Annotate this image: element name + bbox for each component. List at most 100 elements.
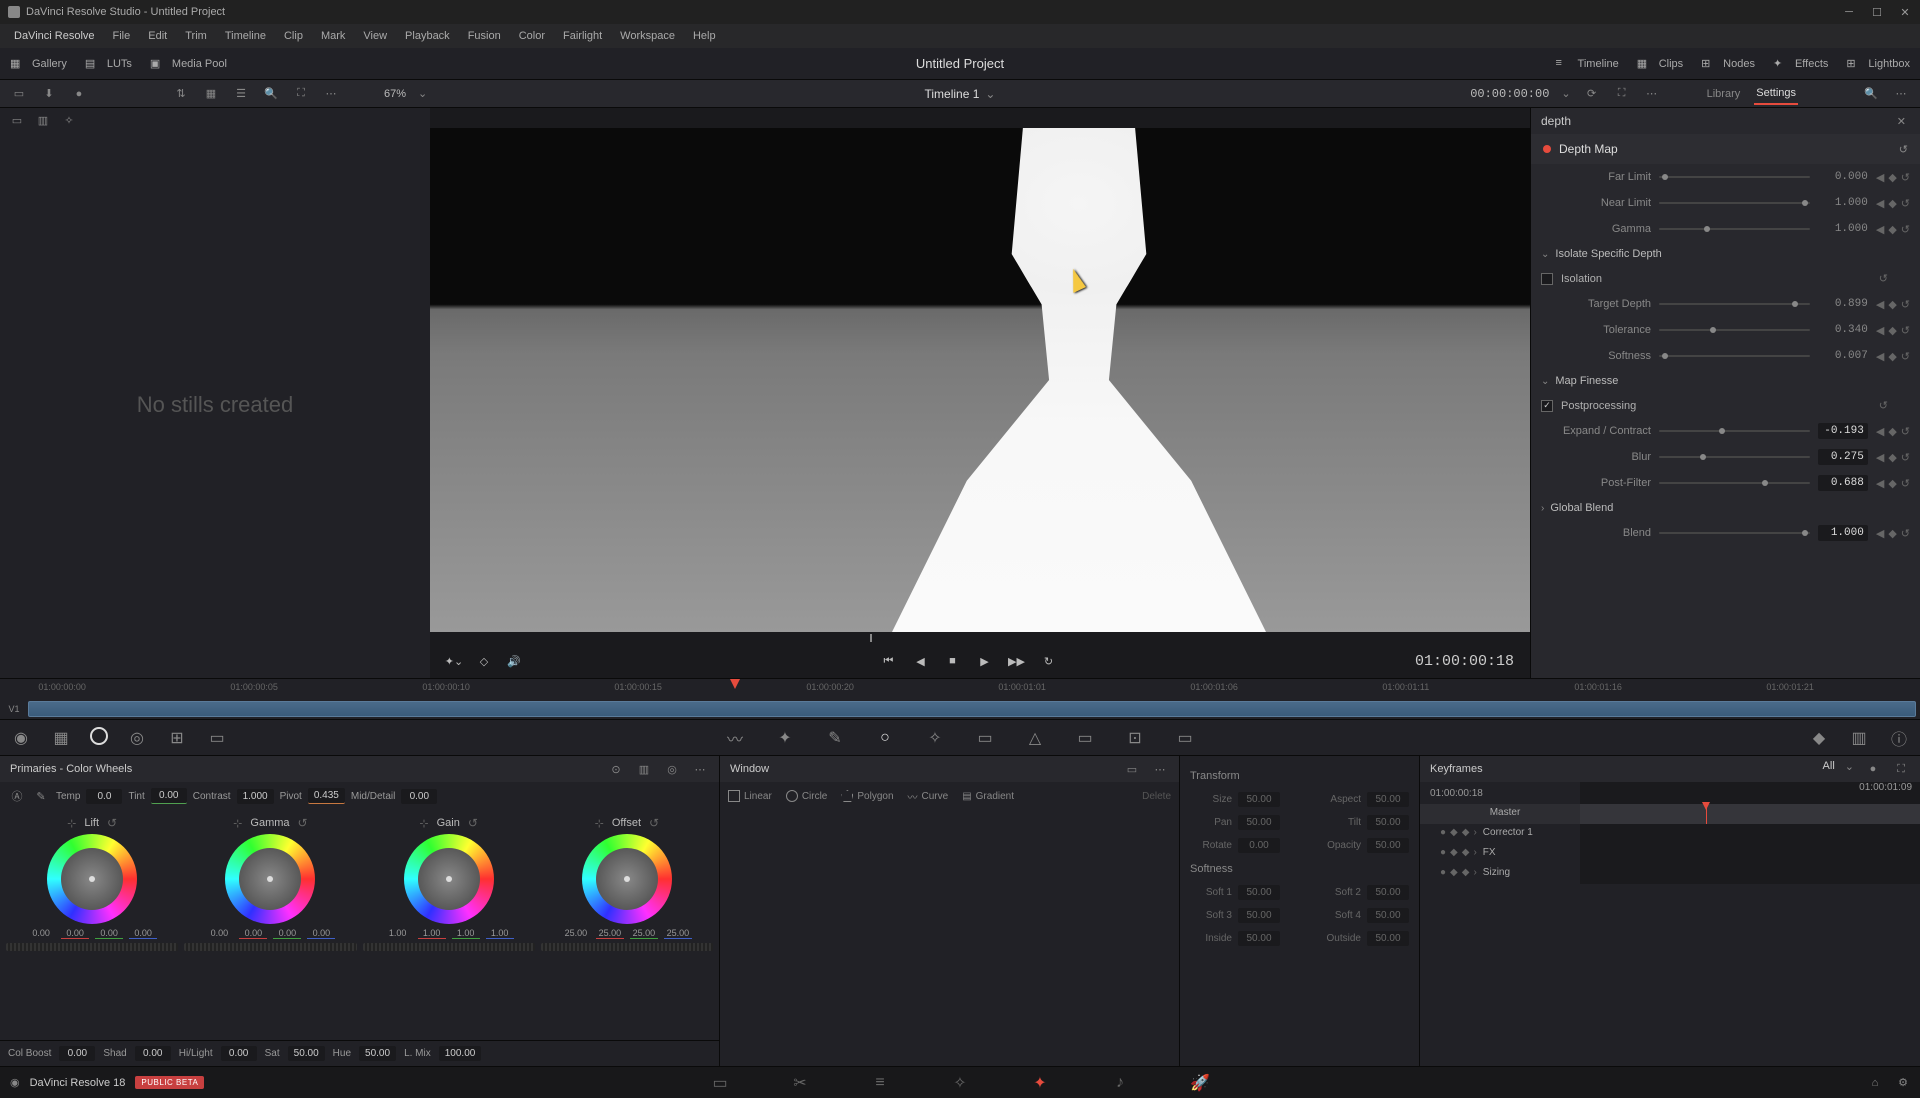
postprocessing-checkbox-row[interactable]: Postprocessing ↺ xyxy=(1531,393,1920,418)
timeline-toggle[interactable]: ≡Timeline xyxy=(1556,57,1619,71)
menu-trim[interactable]: Trim xyxy=(177,26,215,46)
menu-davinci[interactable]: DaVinci Resolve xyxy=(6,26,103,46)
gamma-slider[interactable] xyxy=(1659,228,1810,230)
window-presets-icon[interactable]: ▭ xyxy=(1123,760,1141,778)
postprocessing-reset-icon[interactable]: ↺ xyxy=(1879,399,1888,412)
page-media-icon[interactable]: ▭ xyxy=(710,1073,730,1093)
blur-slider[interactable] xyxy=(1659,456,1810,458)
menu-fusion[interactable]: Fusion xyxy=(460,26,509,46)
kf-master[interactable]: Master xyxy=(1440,807,1570,818)
3d-icon[interactable]: ▭ xyxy=(1174,727,1196,749)
page-deliver-icon[interactable]: 🚀 xyxy=(1190,1073,1210,1093)
outside-field[interactable]: 50.00 xyxy=(1367,931,1409,946)
window-more-icon[interactable]: ⋯ xyxy=(1151,760,1169,778)
first-frame-button[interactable]: ⏮ xyxy=(880,653,896,669)
highlight-icon[interactable]: ◇ xyxy=(476,653,492,669)
color-wheel-lift[interactable] xyxy=(47,834,137,924)
viewer-timecode[interactable]: 00:00:00:00 xyxy=(1470,87,1549,101)
wheel-reset-icon[interactable]: ↺ xyxy=(107,816,117,830)
info-icon[interactable]: ⓘ xyxy=(1888,727,1910,749)
kf-corrector[interactable]: Corrector 1 xyxy=(1483,827,1570,838)
magic-mask-icon[interactable]: ▭ xyxy=(974,727,996,749)
menu-color[interactable]: Color xyxy=(511,26,553,46)
mute-icon[interactable]: 🔊 xyxy=(506,653,522,669)
inspector-more-icon[interactable]: ⋯ xyxy=(1892,85,1910,103)
clear-search-icon[interactable]: ✕ xyxy=(1893,115,1910,128)
menu-workspace[interactable]: Workspace xyxy=(612,26,683,46)
delete-button[interactable]: Delete xyxy=(1142,791,1171,802)
temp-field[interactable]: 0.0 xyxy=(86,789,122,804)
blend-slider[interactable] xyxy=(1659,532,1810,534)
shape-linear[interactable]: Linear xyxy=(728,790,772,802)
camera-raw-icon[interactable]: ◉ xyxy=(10,727,32,749)
scopes-icon[interactable]: ▥ xyxy=(1848,727,1870,749)
pivot-field[interactable]: 0.435 xyxy=(308,788,345,804)
far-limit-slider[interactable] xyxy=(1659,176,1810,178)
shad-field[interactable]: 0.00 xyxy=(135,1046,171,1061)
split-mode-icon[interactable]: ▥ xyxy=(34,111,52,129)
menu-fairlight[interactable]: Fairlight xyxy=(555,26,610,46)
aspect-field[interactable]: 50.00 xyxy=(1367,792,1409,807)
soft3-field[interactable]: 50.00 xyxy=(1238,908,1280,923)
wheel-master-bar[interactable] xyxy=(184,943,356,951)
loop-button[interactable]: ↻ xyxy=(1040,653,1056,669)
shape-gradient[interactable]: ▤Gradient xyxy=(962,791,1014,802)
qualifier-icon[interactable]: ✎ xyxy=(824,727,846,749)
viewer-image[interactable] xyxy=(430,128,1530,632)
contrast-field[interactable]: 1.000 xyxy=(237,789,274,804)
play-button[interactable]: ▶ xyxy=(976,653,992,669)
page-edit-icon[interactable]: ≡ xyxy=(870,1073,890,1093)
sizing-icon[interactable]: ⊡ xyxy=(1124,727,1146,749)
wand-icon[interactable]: ✧ xyxy=(60,111,78,129)
transport-timecode[interactable]: 01:00:00:18 xyxy=(1415,653,1514,670)
pan-field[interactable]: 50.00 xyxy=(1238,815,1280,830)
expand-slider[interactable] xyxy=(1659,430,1810,432)
size-field[interactable]: 50.00 xyxy=(1238,792,1280,807)
menu-timeline[interactable]: Timeline xyxy=(217,26,274,46)
search-icon[interactable]: 🔍 xyxy=(262,85,280,103)
effect-header[interactable]: Depth Map ↺ xyxy=(1531,134,1920,164)
viewer-scrubber[interactable] xyxy=(430,632,1530,644)
near-limit-slider[interactable] xyxy=(1659,202,1810,204)
grab-still-icon[interactable]: ⬇ xyxy=(40,85,58,103)
curves-icon[interactable]: 〰 xyxy=(724,727,746,749)
zoom-level[interactable]: 67% xyxy=(384,88,406,100)
rgb-mixer-icon[interactable]: ⊞ xyxy=(166,727,188,749)
zoom-dropdown-icon[interactable]: ⌄ xyxy=(418,87,427,100)
isolation-checkbox-row[interactable]: Isolation ↺ xyxy=(1531,266,1920,291)
more-icon[interactable]: ⋯ xyxy=(322,85,340,103)
keyframe-editor-icon[interactable]: ◆ xyxy=(1808,727,1830,749)
opacity-field[interactable]: 50.00 xyxy=(1367,838,1409,853)
hue-field[interactable]: 50.00 xyxy=(359,1046,396,1061)
menu-view[interactable]: View xyxy=(355,26,395,46)
isolation-checkbox[interactable] xyxy=(1541,273,1553,285)
ruler-playhead[interactable] xyxy=(730,679,740,689)
isolation-reset-icon[interactable]: ↺ xyxy=(1879,272,1888,285)
target-depth-slider[interactable] xyxy=(1659,303,1810,305)
home-icon[interactable]: ⌂ xyxy=(1868,1076,1882,1090)
tilt-field[interactable]: 50.00 xyxy=(1367,815,1409,830)
wheels-more-icon[interactable]: ⋯ xyxy=(691,760,709,778)
maximize-button[interactable]: ☐ xyxy=(1870,5,1884,19)
dot-icon[interactable]: ● xyxy=(70,85,88,103)
colboost-field[interactable]: 0.00 xyxy=(59,1046,95,1061)
section-finesse[interactable]: Map Finesse xyxy=(1531,369,1920,393)
kf-fx-track[interactable] xyxy=(1580,844,1920,864)
timeline-ruler[interactable]: 01:00:00:00 01:00:00:05 01:00:00:10 01:0… xyxy=(0,678,1920,698)
menu-file[interactable]: File xyxy=(105,26,139,46)
wheels-mode-2-icon[interactable]: ▥ xyxy=(635,760,653,778)
menu-mark[interactable]: Mark xyxy=(313,26,353,46)
section-isolate[interactable]: Isolate Specific Depth xyxy=(1531,242,1920,266)
list-view-icon[interactable]: ☰ xyxy=(232,85,250,103)
soft2-field[interactable]: 50.00 xyxy=(1367,885,1409,900)
wheel-master-bar[interactable] xyxy=(363,943,535,951)
wheels-mode-3-icon[interactable]: ◎ xyxy=(663,760,681,778)
auto-balance-icon[interactable]: Ⓐ xyxy=(8,787,26,805)
inspector-search-icon[interactable]: 🔍 xyxy=(1862,85,1880,103)
blur-icon[interactable]: △ xyxy=(1024,727,1046,749)
tab-settings[interactable]: Settings xyxy=(1754,83,1798,105)
timecode-dropdown-icon[interactable]: ⌄ xyxy=(1561,87,1570,100)
soft4-field[interactable]: 50.00 xyxy=(1367,908,1409,923)
tab-library[interactable]: Library xyxy=(1705,84,1743,104)
luts-toggle[interactable]: ▤LUTs xyxy=(85,57,132,71)
